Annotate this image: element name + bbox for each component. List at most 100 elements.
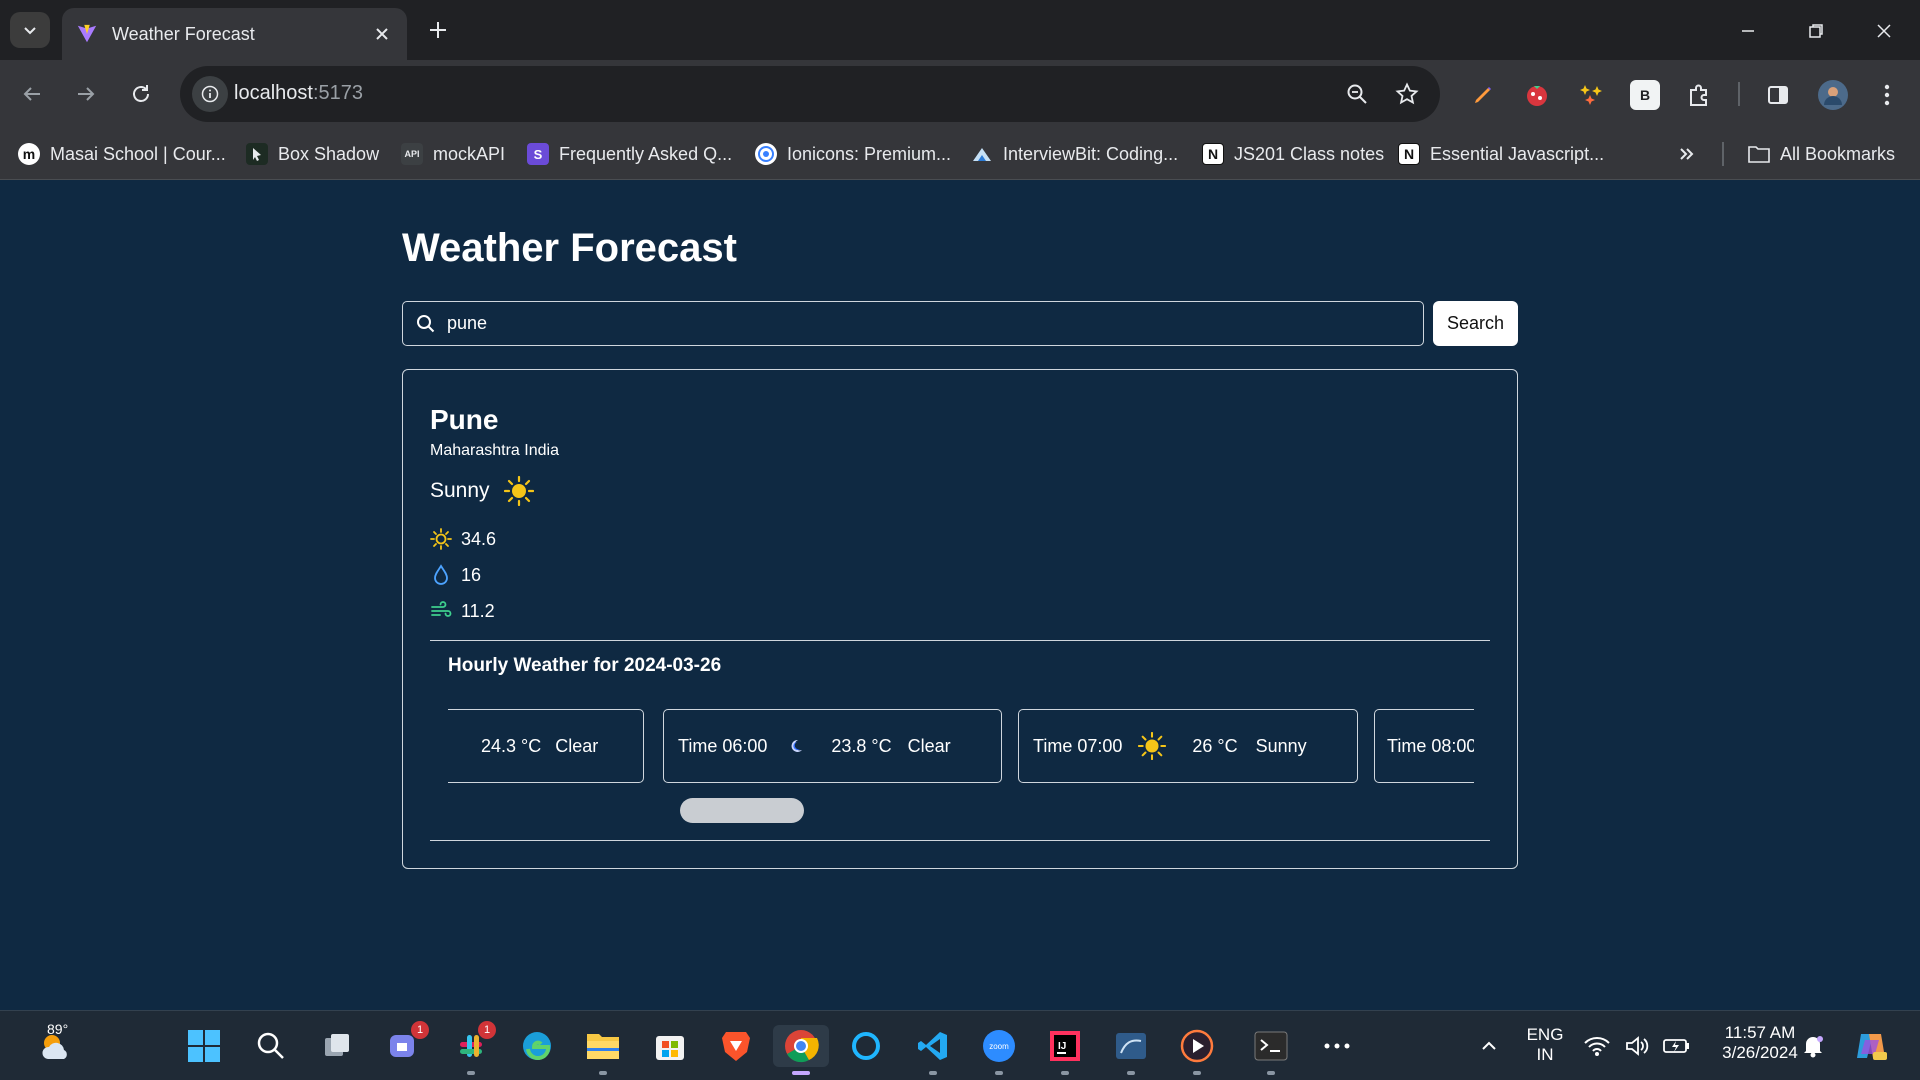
running-indicator [599,1071,607,1075]
humidity-value: 16 [461,564,482,585]
hourly-scroll-area[interactable]: 24.3 °C Clear Time 06:00 23.8 °C Clear T… [448,709,1474,783]
region-name: Maharashtra India [430,442,559,459]
chrome-icon [785,1030,819,1063]
browser-tab[interactable]: Weather Forecast [62,8,407,60]
mockapi-icon: API [401,143,423,165]
ionicons-icon [755,143,777,165]
back-icon[interactable] [14,76,50,112]
bookmark-label: JS201 Class notes [1234,143,1385,164]
mysql-icon [1116,1033,1146,1059]
bookmark-label: mockAPI [433,143,506,164]
running-indicator [995,1071,1003,1075]
close-tab-icon[interactable] [371,23,393,45]
intellij-app[interactable]: IJ [1044,1025,1086,1075]
slack-app[interactable]: 1 [450,1021,496,1075]
sun-icon [1138,732,1167,760]
bookmark-label: Frequently Asked Q... [559,143,733,164]
search-taskbar-button[interactable] [250,1025,292,1067]
teams-app[interactable]: 1 [383,1021,429,1067]
search-input[interactable] [447,302,1407,344]
store-app[interactable] [649,1025,691,1067]
hourly-time: Time 08:00 [1387,735,1474,756]
zoom-app[interactable]: zoom [978,1025,1020,1075]
restore-icon[interactable] [1799,14,1833,48]
bookmark-masai[interactable]: m Masai School | Cour... [18,138,226,170]
bookmark-star-icon[interactable] [1393,80,1421,108]
side-panel-icon[interactable] [1763,80,1793,110]
svg-text:IJ: IJ [1058,1041,1066,1052]
bookmark-essential-js[interactable]: N Essential Javascript... [1398,138,1604,170]
pen-extension-icon[interactable] [1468,80,1498,110]
media-player-app[interactable] [1176,1025,1218,1075]
hourly-temp: 24.3 °C [481,735,542,756]
address-bar[interactable]: localhost:5173 [180,66,1440,122]
language-indicator[interactable]: ENG IN [1520,1025,1570,1065]
bookmark-box-shadow[interactable]: Box Shadow [246,138,379,170]
mysql-workbench-app[interactable] [1110,1025,1152,1075]
notion-icon: N [1398,143,1420,165]
water-drop-icon [434,564,448,585]
stars-extension-icon[interactable] [1576,80,1606,110]
search-field[interactable] [402,301,1424,346]
copilot-icon[interactable] [1850,1025,1892,1067]
bookmark-mockapi[interactable]: API mockAPI [401,138,505,170]
current-condition: Sunny [430,476,534,506]
running-indicator [929,1071,937,1075]
cortana-app[interactable] [845,1025,887,1067]
task-view-button[interactable] [316,1025,358,1067]
all-bookmarks[interactable]: All Bookmarks [1748,138,1895,170]
notion-icon: N [1202,143,1224,165]
close-window-icon[interactable] [1867,14,1901,48]
page-title: Weather Forecast [402,226,737,270]
terminal-app[interactable] [1250,1025,1292,1075]
moon-icon [791,739,803,752]
more-bookmarks-icon[interactable] [1678,138,1696,170]
terminal-icon [1254,1031,1288,1061]
file-explorer-app[interactable] [582,1025,624,1075]
hourly-title: Hourly Weather for 2024-03-26 [448,655,722,676]
bookmark-label: InterviewBit: Coding... [1003,143,1179,164]
bookmark-js201[interactable]: N JS201 Class notes [1202,138,1384,170]
hourly-temp: 26 °C [1192,735,1238,756]
bookmark-ionicons[interactable]: Ionicons: Premium... [755,138,951,170]
bookmark-faq[interactable]: S Frequently Asked Q... [527,138,732,170]
tab-search-button[interactable] [10,12,50,48]
tomato-extension-icon[interactable] [1522,80,1552,110]
zoom-icon[interactable] [1343,80,1371,108]
chrome-app[interactable] [773,1025,829,1075]
b-extension-icon[interactable]: B [1630,80,1660,110]
minimize-icon[interactable] [1731,14,1765,48]
weather-widget[interactable]: 89° [25,1021,85,1067]
vscode-app[interactable] [912,1025,954,1075]
play-icon [1180,1029,1214,1063]
cortana-icon [852,1032,880,1060]
chevron-up-icon[interactable] [1468,1025,1510,1067]
hourly-time: Time 06:00 [678,735,768,756]
edge-app[interactable] [516,1025,558,1067]
url-text[interactable]: localhost:5173 [234,82,363,105]
running-indicator [1267,1071,1275,1075]
volume-icon[interactable] [1622,1025,1652,1067]
more-apps-icon[interactable] [1316,1025,1358,1067]
zoom-icon: zoom [983,1030,1015,1062]
url-port: :5173 [312,82,363,104]
start-button[interactable] [183,1025,225,1067]
new-tab-icon[interactable] [424,16,452,44]
notification-bell-icon[interactable] [1798,1025,1828,1067]
bookmark-interviewbit[interactable]: InterviewBit: Coding... [971,138,1178,170]
wifi-icon[interactable] [1582,1025,1612,1067]
extensions-puzzle-icon[interactable] [1684,80,1714,110]
vite-favicon-icon [77,24,97,43]
search-button[interactable]: Search [1433,301,1518,346]
forward-icon[interactable] [68,76,104,112]
battery-icon[interactable] [1659,1025,1693,1067]
brave-app[interactable] [715,1025,757,1067]
sun-icon [503,476,534,506]
intellij-icon: IJ [1050,1031,1080,1061]
hourly-scrollbar-thumb[interactable] [680,798,804,823]
site-info-icon[interactable] [192,76,228,112]
profile-avatar[interactable] [1818,80,1848,110]
task-view-icon [325,1034,349,1056]
reload-icon[interactable] [123,76,159,112]
browser-menu-icon[interactable] [1872,80,1902,110]
